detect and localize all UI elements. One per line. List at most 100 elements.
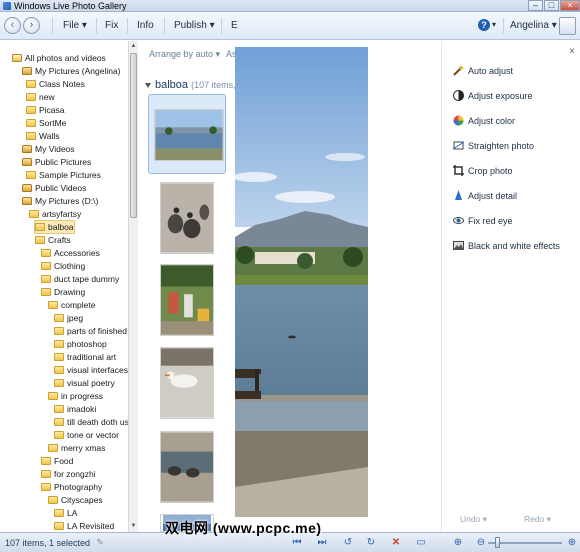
tree-item[interactable]: Crafts bbox=[35, 234, 71, 246]
black-and-white-effects-label: Black and white effects bbox=[468, 241, 560, 251]
tree-item[interactable]: Cityscapes bbox=[48, 494, 103, 506]
tree-item[interactable]: Public Videos bbox=[22, 182, 86, 194]
panel-close-icon[interactable]: × bbox=[569, 46, 575, 57]
delete-icon[interactable]: ✕ bbox=[389, 536, 403, 549]
folder-icon bbox=[41, 262, 51, 270]
tree-item[interactable]: till death doth us bbox=[54, 416, 128, 428]
menu-email[interactable]: E bbox=[231, 20, 238, 31]
watermark-text: 双电网 (www.pcpc.me) bbox=[165, 520, 322, 536]
rename-pencil-icon[interactable]: ✎ bbox=[93, 536, 107, 549]
tree-item[interactable]: Photography bbox=[41, 481, 102, 493]
thumbnail[interactable] bbox=[148, 263, 226, 337]
black-and-white-effects-button[interactable]: Black and white effects bbox=[453, 239, 560, 253]
auto-adjust-button[interactable]: Auto adjust bbox=[453, 64, 513, 78]
tree-item[interactable]: merry xmas bbox=[48, 442, 105, 454]
tree-item[interactable]: My Pictures (D:\) bbox=[22, 195, 98, 207]
tree-item[interactable]: visual poetry bbox=[54, 377, 115, 389]
tree-item-label: Cityscapes bbox=[61, 495, 103, 505]
menu-publish[interactable]: Publish ▾ bbox=[174, 20, 215, 31]
undo-button[interactable]: Undo ▾ bbox=[460, 514, 487, 525]
tree-scrollbar[interactable]: ▲ ▼ bbox=[128, 41, 138, 532]
tree-item[interactable]: Food bbox=[41, 455, 73, 467]
thumbnail[interactable] bbox=[148, 181, 226, 255]
photo-preview-image[interactable] bbox=[235, 47, 368, 517]
folder-icon bbox=[54, 340, 64, 348]
zoom-slider-thumb[interactable] bbox=[495, 537, 500, 548]
tree-item[interactable]: SortMe bbox=[26, 117, 66, 129]
scroll-down-icon[interactable]: ▼ bbox=[130, 522, 137, 530]
straighten-photo-button[interactable]: Straighten photo bbox=[453, 139, 534, 153]
tree-item[interactable]: traditional art bbox=[54, 351, 116, 363]
options-icon[interactable] bbox=[559, 17, 576, 35]
adjust-exposure-button[interactable]: Adjust exposure bbox=[453, 89, 533, 103]
help-icon[interactable]: ? bbox=[478, 19, 490, 31]
tree-item[interactable]: complete bbox=[48, 299, 96, 311]
tree-item[interactable]: Drawing bbox=[41, 286, 85, 298]
menu-fix[interactable]: Fix bbox=[105, 20, 118, 31]
arrange-by-dropdown[interactable]: Arrange by auto ▾ bbox=[149, 49, 220, 60]
user-menu[interactable]: Angelina ▾ bbox=[510, 20, 557, 31]
forward-button[interactable]: › bbox=[23, 17, 40, 34]
tree-item[interactable]: for zongzhi bbox=[41, 468, 96, 480]
tree-item[interactable]: Class Notes bbox=[26, 78, 85, 90]
crop-photo-button[interactable]: Crop photo bbox=[453, 164, 513, 178]
adjust-color-button[interactable]: Adjust color bbox=[453, 114, 515, 128]
tree-item[interactable]: My Pictures (Angelina) bbox=[22, 65, 121, 77]
eye-icon bbox=[453, 217, 464, 224]
user-folder-icon bbox=[22, 145, 32, 153]
folder-icon bbox=[41, 275, 51, 283]
tree-item[interactable]: parts of finished bbox=[54, 325, 127, 337]
tree-item[interactable]: photoshop bbox=[54, 338, 107, 350]
tree-item[interactable]: tone or vector bbox=[54, 429, 119, 441]
tree-item[interactable]: All photos and videos bbox=[12, 52, 106, 64]
fix-red-eye-button[interactable]: Fix red eye bbox=[453, 214, 513, 228]
tree-item[interactable]: Sample Pictures bbox=[26, 169, 101, 181]
close-button[interactable]: × bbox=[560, 0, 580, 11]
folder-icon bbox=[35, 223, 45, 231]
tree-item[interactable]: imadoki bbox=[54, 403, 96, 415]
tree-item[interactable]: jpeg bbox=[54, 312, 83, 324]
back-button[interactable]: ‹ bbox=[4, 17, 21, 34]
thumbnail[interactable] bbox=[148, 430, 226, 504]
tree-item[interactable]: balboa bbox=[34, 220, 75, 234]
adjust-detail-button[interactable]: Adjust detail bbox=[453, 189, 517, 203]
tree-item[interactable]: Public Pictures bbox=[22, 156, 91, 168]
tree-item[interactable]: Accessories bbox=[41, 247, 100, 259]
tree-item[interactable]: Picasa bbox=[26, 104, 65, 116]
crop-icon bbox=[453, 165, 464, 176]
zoom-in-icon[interactable]: ⊕ bbox=[565, 536, 579, 549]
tree-item[interactable]: visual interfaces bbox=[54, 364, 128, 376]
window-controls: – □ × bbox=[527, 0, 580, 12]
tree-item[interactable]: My Videos bbox=[22, 143, 75, 155]
thumbnail[interactable] bbox=[148, 346, 226, 420]
tree-item[interactable]: duct tape dummy bbox=[41, 273, 119, 285]
rotate-left-icon[interactable]: ↺ bbox=[341, 536, 355, 549]
shore-thumbnail-image bbox=[160, 431, 214, 503]
straighten-photo-label: Straighten photo bbox=[468, 141, 535, 151]
redo-button[interactable]: Redo ▾ bbox=[524, 514, 551, 525]
zoom-out-icon[interactable]: ⊖ bbox=[474, 536, 488, 549]
tree-item[interactable]: LA bbox=[54, 507, 77, 519]
slideshow-icon[interactable]: ▭ bbox=[414, 536, 428, 549]
tree-item[interactable]: artsyfartsy bbox=[29, 208, 81, 220]
scroll-up-icon[interactable]: ▲ bbox=[130, 42, 137, 50]
folder-icon bbox=[54, 314, 64, 322]
tree-item[interactable]: Clothing bbox=[41, 260, 85, 272]
tree-item[interactable]: Walls bbox=[26, 130, 59, 142]
maximize-button[interactable]: □ bbox=[544, 0, 559, 11]
help-dropdown-icon[interactable]: ▾ bbox=[492, 20, 496, 29]
scrollbar-thumb[interactable] bbox=[130, 53, 137, 218]
minimize-button[interactable]: – bbox=[528, 0, 543, 11]
menu-info[interactable]: Info bbox=[137, 20, 154, 31]
tree-item[interactable]: new bbox=[26, 91, 55, 103]
menu-file[interactable]: File ▾ bbox=[63, 20, 87, 31]
tree-item[interactable]: in progress bbox=[48, 390, 103, 402]
library-icon bbox=[12, 54, 22, 62]
tree-item[interactable]: LA Revisited bbox=[54, 520, 114, 532]
collapse-group-icon[interactable] bbox=[145, 83, 151, 88]
folder-icon bbox=[54, 509, 64, 517]
thumbnail-selected[interactable] bbox=[148, 94, 226, 174]
fit-view-icon[interactable]: ⊕ bbox=[451, 536, 465, 549]
tree-item-label: new bbox=[39, 92, 55, 102]
rotate-right-icon[interactable]: ↻ bbox=[364, 536, 378, 549]
